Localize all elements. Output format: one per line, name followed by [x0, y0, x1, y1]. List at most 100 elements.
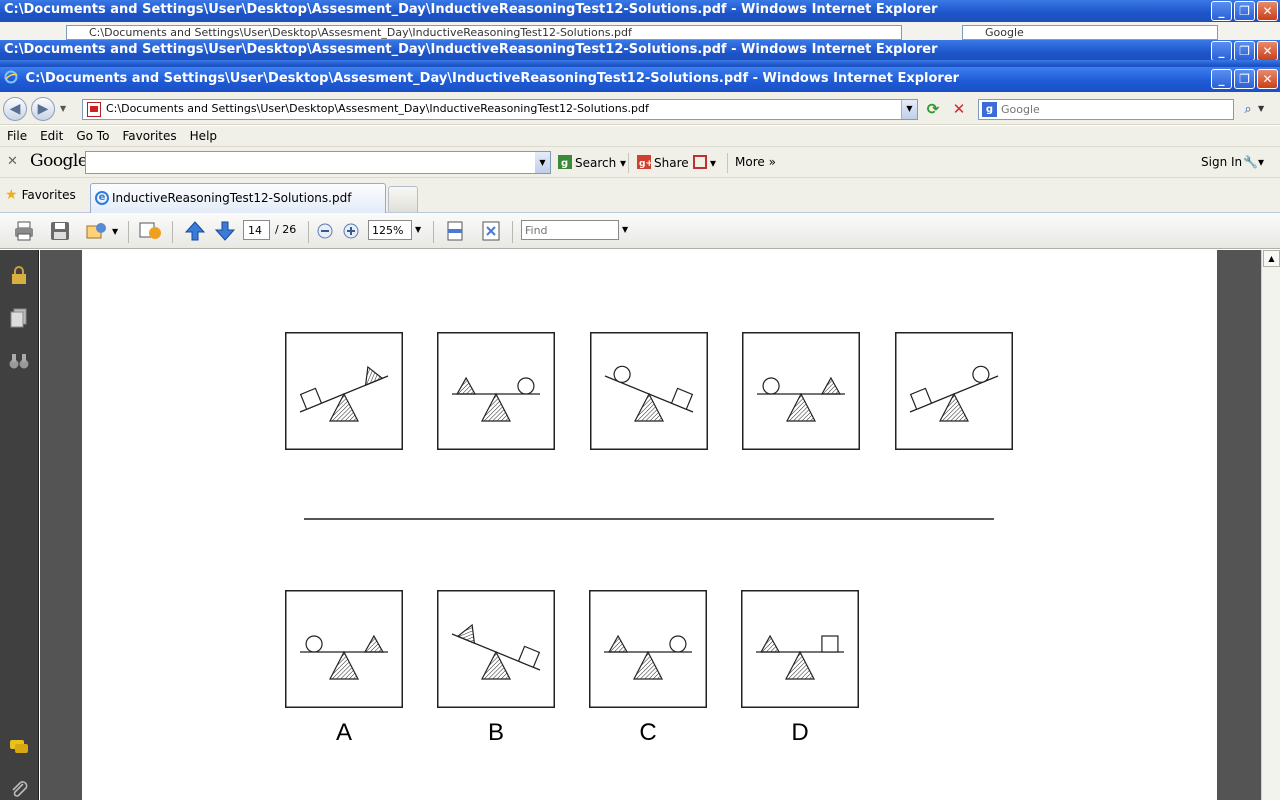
zoom-dropdown-icon[interactable]: ▼ — [415, 225, 421, 234]
zoom-input[interactable] — [368, 220, 412, 240]
panel-frame — [741, 590, 859, 708]
comments-icon[interactable] — [8, 736, 30, 758]
google-search-provider-icon: g — [982, 102, 997, 117]
find-input[interactable] — [521, 220, 619, 240]
search-options-dropdown-icon[interactable]: ▼ — [1258, 104, 1264, 113]
tab-title: InductiveReasoningTest12-Solutions.pdf — [112, 191, 352, 205]
google-logo: Google — [30, 151, 88, 171]
ie-icon — [4, 70, 18, 84]
ie-page-icon: e — [95, 191, 109, 205]
find-dropdown-icon[interactable]: ▼ — [622, 225, 628, 234]
share-button[interactable]: g+ Share — [637, 155, 689, 170]
google-search-input[interactable]: ▼ — [85, 151, 551, 174]
history-dropdown-icon[interactable]: ▼ — [60, 104, 66, 113]
menu-bar: File Edit Go To Favorites Help — [0, 126, 1280, 147]
close-icon[interactable]: ✕ — [1257, 1, 1278, 21]
maximize-button[interactable]: ❐ — [1234, 69, 1255, 89]
sequence-panel-1 — [285, 332, 403, 450]
panel-frame — [589, 590, 707, 708]
window-title-bar[interactable]: C:\Documents and Settings\User\Desktop\A… — [0, 67, 1280, 92]
email-icon[interactable] — [85, 220, 107, 242]
navigation-pane — [0, 250, 39, 800]
option-panel-4[interactable] — [741, 590, 859, 708]
search-input[interactable] — [1001, 101, 1221, 118]
share-icon: g+ — [637, 155, 651, 169]
pdf-page: A B C D — [82, 250, 1217, 800]
document-viewport[interactable]: A B C D — [40, 250, 1261, 800]
save-icon[interactable] — [49, 220, 71, 242]
option-panel-3[interactable] — [589, 590, 707, 708]
divider-line — [304, 518, 994, 520]
print-icon[interactable] — [13, 220, 35, 242]
close-button[interactable]: ✕ — [1257, 69, 1278, 89]
restore-icon[interactable]: ❐ — [1234, 41, 1255, 61]
pdf-icon — [87, 102, 101, 117]
tab-bar: ★ Favorites e InductiveReasoningTest12-So… — [0, 178, 1280, 213]
binoculars-icon[interactable] — [8, 350, 30, 372]
more-button[interactable]: More » — [735, 155, 776, 169]
scroll-up-arrow-icon[interactable]: ▲ — [1263, 250, 1280, 267]
ghost-address-bar: C:\Documents and Settings\User\Desktop\A… — [66, 25, 902, 40]
fit-page-icon[interactable] — [480, 220, 502, 242]
stop-icon[interactable]: ✕ — [948, 100, 970, 120]
menu-file[interactable]: File — [7, 129, 27, 143]
option-label-c: C — [639, 719, 657, 746]
minimize-icon[interactable]: _ — [1211, 1, 1232, 21]
menu-favorites[interactable]: Favorites — [122, 129, 176, 143]
panel-frame — [437, 332, 555, 450]
previous-page-icon[interactable] — [184, 220, 206, 242]
restore-icon[interactable]: ❐ — [1234, 1, 1255, 21]
forward-arrow-icon[interactable]: ▶ — [31, 97, 55, 121]
zoom-in-icon[interactable] — [342, 220, 360, 242]
fit-width-icon[interactable] — [444, 220, 466, 242]
ghost-window-navbar: C:\Documents and Settings\User\Desktop\A… — [0, 22, 1280, 42]
option-panel-1[interactable] — [285, 590, 403, 708]
search-icon[interactable]: ⌕ — [1238, 100, 1258, 120]
translate-button[interactable]: ▾ — [693, 155, 716, 170]
ghost-search-box: Google — [962, 25, 1218, 40]
zoom-out-icon[interactable] — [316, 220, 334, 242]
ghost-title-text: C:\Documents and Settings\User\Desktop\A… — [4, 2, 938, 17]
address-bar[interactable]: C:\Documents and Settings\User\Desktop\A… — [82, 99, 918, 120]
close-icon[interactable]: ✕ — [1257, 41, 1278, 61]
vertical-scrollbar[interactable]: ▲ — [1261, 250, 1280, 800]
page-number-input[interactable] — [243, 220, 270, 240]
ghost-window-title-2: C:\Documents and Settings\User\Desktop\A… — [0, 40, 1280, 62]
pages-icon[interactable] — [8, 307, 30, 329]
back-arrow-icon[interactable]: ◀ — [3, 97, 27, 121]
chevron-down-icon[interactable]: ▼ — [535, 152, 550, 173]
left-circle-shape — [305, 635, 323, 653]
minimize-icon[interactable]: _ — [1211, 41, 1232, 61]
favorites-button[interactable]: ★ Favorites — [5, 187, 76, 203]
option-label-b: B — [487, 719, 504, 746]
option-panel-2[interactable] — [437, 590, 555, 708]
minimize-button[interactable]: _ — [1211, 69, 1232, 89]
svg-text:g: g — [561, 158, 568, 169]
window-title: C:\Documents and Settings\User\Desktop\A… — [25, 71, 960, 86]
wrench-icon[interactable]: 🔧▾ — [1243, 155, 1264, 169]
attachment-icon[interactable] — [8, 778, 30, 800]
pdf-toolbar: ▼ / 26 ▼ ▼ — [0, 213, 1280, 249]
menu-go-to[interactable]: Go To — [76, 129, 109, 143]
tab-active[interactable]: e InductiveReasoningTest12-Solutions.pdf — [90, 183, 386, 213]
address-url: C:\Documents and Settings\User\Desktop\A… — [106, 102, 649, 115]
refresh-icon[interactable]: ⟳ — [922, 100, 944, 120]
panel-frame — [285, 590, 403, 708]
translate-icon — [693, 155, 707, 169]
menu-help[interactable]: Help — [190, 129, 217, 143]
new-tab-button[interactable] — [388, 186, 418, 212]
address-dropdown-icon[interactable]: ▼ — [901, 100, 917, 119]
next-page-icon[interactable] — [214, 220, 236, 242]
email-dropdown-icon[interactable]: ▼ — [112, 227, 118, 236]
panel-frame — [285, 332, 403, 450]
menu-edit[interactable]: Edit — [40, 129, 63, 143]
close-toolbar-icon[interactable]: ✕ — [7, 154, 18, 169]
sign-in-button[interactable]: Sign In — [1201, 155, 1242, 169]
google-search-button[interactable]: g Search ▾ — [558, 155, 626, 170]
panel-frame — [437, 590, 555, 708]
panel-frame — [590, 332, 708, 450]
collaborate-icon[interactable] — [138, 220, 164, 242]
search-box: g — [978, 99, 1234, 120]
lock-icon[interactable] — [8, 264, 30, 286]
option-label-a: A — [335, 719, 352, 746]
